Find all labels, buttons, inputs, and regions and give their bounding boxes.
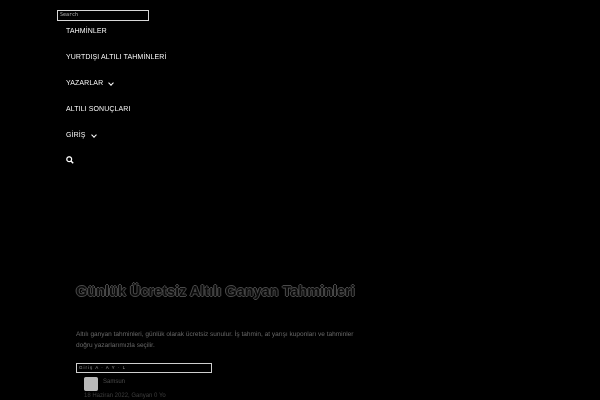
nav-item-label: YAZARLAR bbox=[66, 80, 104, 87]
avatar bbox=[84, 377, 98, 391]
page-description: Altılı ganyan tahminleri, günlük olarak … bbox=[76, 331, 354, 349]
chevron-down-icon bbox=[108, 79, 115, 86]
chevron-down-icon bbox=[90, 131, 97, 138]
search-icon[interactable] bbox=[66, 156, 74, 164]
nav-item-label: GİRİŞ bbox=[66, 132, 86, 139]
nav-item-giris[interactable]: GİRİŞ bbox=[66, 131, 97, 139]
nav-item-yazarlar[interactable]: YAZARLAR bbox=[66, 79, 115, 87]
nav-item-label: TAHMİNLER bbox=[66, 28, 107, 35]
breadcrumb[interactable]: Giriş A · A Y · L bbox=[76, 363, 212, 373]
post-meta: 18 Haziran 2022, Ganyan 0 Yo bbox=[84, 393, 166, 399]
author-name[interactable]: Samsun bbox=[103, 379, 125, 385]
page-title: Günlük Ücretsiz Altılı Ganyan Tahminleri bbox=[76, 284, 355, 300]
nav-item-label: YURTDIŞI ALTILI TAHMİNLERİ bbox=[66, 54, 167, 61]
nav-item-tahminler[interactable]: TAHMİNLER bbox=[66, 28, 107, 35]
nav-item-label: ALTILI SONUÇLARI bbox=[66, 106, 131, 113]
search-input[interactable]: Search bbox=[57, 10, 149, 21]
nav-item-altili-sonuclari[interactable]: ALTILI SONUÇLARI bbox=[66, 106, 131, 113]
nav-item-yurtdisi[interactable]: YURTDIŞI ALTILI TAHMİNLERİ bbox=[66, 54, 167, 61]
